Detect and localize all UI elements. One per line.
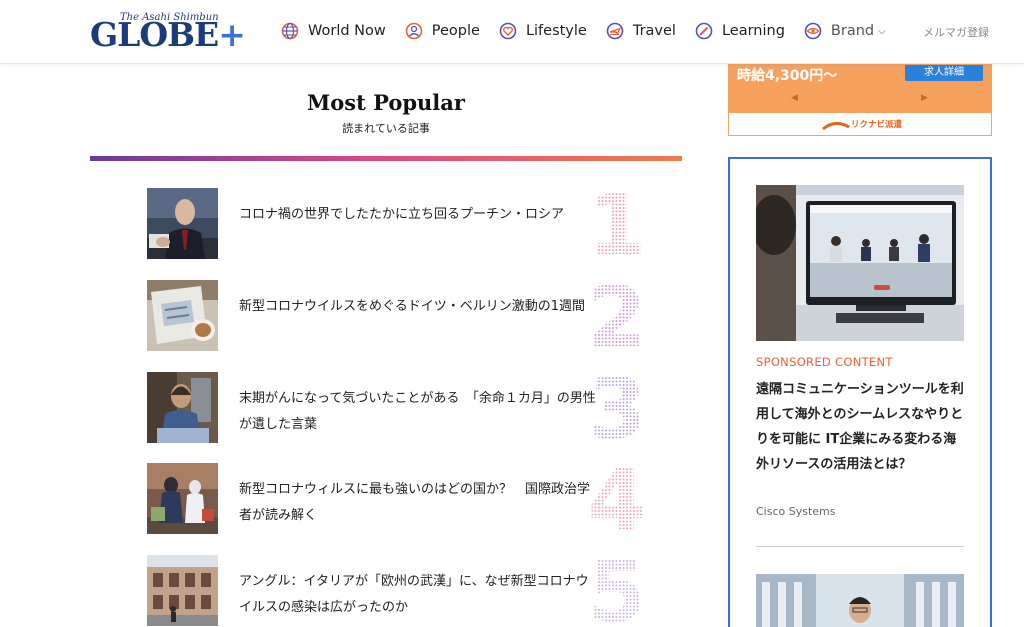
svg-text:3: 3 (588, 366, 646, 452)
nav-label: Lifestyle (525, 23, 587, 39)
ad-brand-text: リクナビ派遣 (851, 120, 903, 130)
section-title: Most Popular (307, 90, 465, 115)
travel-icon (606, 22, 624, 40)
nav-travel[interactable]: Travel (605, 21, 676, 41)
ad-next-arrow-icon[interactable]: ▶ (921, 93, 928, 103)
ranking-item-3[interactable]: 末期がんになって気づいたことがある 「余命１カ月」の男性が遺した言葉 3 (147, 366, 646, 452)
nav-label: Learning (721, 23, 785, 39)
nav-brand-dropdown[interactable]: Brand ⌵ (803, 21, 886, 41)
sponsored-label: SPONSORED CONTENT (756, 355, 893, 369)
people-icon (405, 22, 423, 40)
rank-number-3: 3 (588, 366, 646, 452)
svg-text:2: 2 (588, 274, 646, 360)
article-title[interactable]: アングル：イタリアが「欧州の武漢」に、なぜ新型コロナウイルスの感染は広がったのか (239, 569, 599, 621)
nav-label: World Now (308, 23, 386, 39)
svg-text:5: 5 (588, 549, 646, 627)
article-title[interactable]: 新型コロナウィルスに最も強いのはどの国か？ 国際政治学者が読み解く (239, 477, 599, 529)
nav-label: Travel (632, 23, 676, 39)
newsletter-signup-link[interactable]: メルマガ登録 (923, 24, 989, 40)
rank-number-5: 5 (588, 549, 646, 627)
article-thumbnail[interactable] (147, 555, 218, 626)
ranking-item-1[interactable]: コロナ禍の世界でしたたかに立ち回るプーチン・ロシア 1 (147, 182, 646, 268)
ad-prev-arrow-icon[interactable]: ◀ (791, 93, 798, 103)
gradient-divider (90, 156, 682, 161)
rikunabi-logo: リクナビ派遣 (821, 118, 903, 132)
nav-label: People (431, 23, 480, 39)
section-subtitle: 読まれている記事 (342, 122, 430, 135)
sponsor-company: Cisco Systems (756, 505, 836, 518)
site-header: The Asahi Shimbun GLOBE+ World Now Peopl… (0, 0, 1024, 64)
ad-background: 時給4,300円～ 求人詳細 ◀ ▶ (729, 65, 991, 113)
pencil-icon (695, 22, 713, 40)
article-thumbnail[interactable] (147, 463, 218, 534)
chevron-down-icon: ⌵ (878, 25, 886, 37)
article-title[interactable]: コロナ禍の世界でしたたかに立ち回るプーチン・ロシア (239, 202, 599, 228)
sponsored-image-2[interactable] (756, 574, 964, 627)
job-details-button[interactable]: 求人詳細 (905, 65, 983, 81)
sponsored-image[interactable] (756, 185, 964, 341)
job-ad-banner[interactable]: 時給4,300円～ 求人詳細 ◀ ▶ リクナビ派遣 (728, 64, 992, 136)
nav-lifestyle[interactable]: Lifestyle (498, 21, 587, 41)
nav-world-now[interactable]: World Now (280, 21, 386, 41)
main-nav: World Now People Lifestyle Travel Learni… (280, 18, 904, 44)
rikunabi-swoosh-icon (822, 122, 850, 131)
ranking-item-2[interactable]: 新型コロナウイルスをめぐるドイツ・ベルリン激動の1週間 2 (147, 274, 646, 360)
article-thumbnail[interactable] (147, 188, 218, 259)
ranking-item-4[interactable]: 新型コロナウィルスに最も強いのはどの国か？ 国際政治学者が読み解く 4 (147, 457, 646, 543)
nav-people[interactable]: People (404, 21, 480, 41)
article-title[interactable]: 末期がんになって気づいたことがある 「余命１カ月」の男性が遺した言葉 (239, 386, 599, 438)
eye-icon (804, 22, 822, 40)
globe-icon (281, 22, 299, 40)
logo-wordmark: GLOBE+ (90, 15, 246, 54)
svg-text:4: 4 (588, 457, 646, 543)
nav-learning[interactable]: Learning (694, 21, 785, 41)
article-thumbnail[interactable] (147, 372, 218, 443)
ad-wage-text: 時給4,300円～ (737, 68, 838, 84)
svg-text:1: 1 (588, 182, 646, 268)
article-thumbnail[interactable] (147, 280, 218, 351)
rank-number-2: 2 (588, 274, 646, 360)
sponsored-divider (756, 546, 964, 547)
ranking-item-5[interactable]: アングル：イタリアが「欧州の武漢」に、なぜ新型コロナウイルスの感染は広がったのか… (147, 549, 646, 627)
article-title[interactable]: 新型コロナウイルスをめぐるドイツ・ベルリン激動の1週間 (239, 294, 599, 320)
globe-plus-logo[interactable]: The Asahi Shimbun GLOBE+ (90, 10, 246, 54)
rank-number-4: 4 (588, 457, 646, 543)
rank-number-1: 1 (588, 182, 646, 268)
sponsored-content-card[interactable]: SPONSORED CONTENT 遠隔コミュニケーションツールを利用して海外と… (728, 157, 992, 627)
heart-icon (499, 22, 517, 40)
sponsored-title[interactable]: 遠隔コミュニケーションツールを利用して海外とのシームレスなやりとりを可能に IT… (756, 377, 968, 477)
nav-label: Brand (830, 23, 875, 39)
most-popular-header: Most Popular 読まれている記事 (90, 90, 682, 136)
